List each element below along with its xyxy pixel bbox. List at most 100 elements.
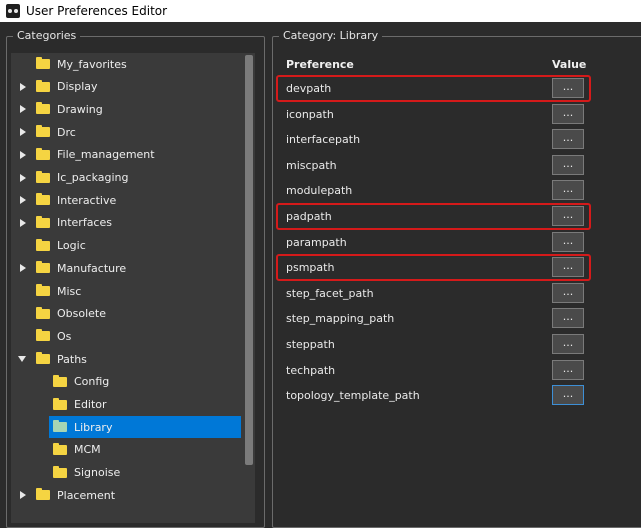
browse-button-techpath[interactable]: ... [552, 359, 584, 380]
preference-row-step_facet_path: step_facet_path... [280, 282, 610, 305]
tree-item-placement[interactable]: Placement [18, 484, 115, 506]
preference-row-parampath: parampath... [280, 231, 610, 254]
tree-item-os[interactable]: Os [18, 325, 71, 347]
folder-icon [53, 465, 67, 478]
folder-icon [36, 170, 50, 183]
tree-item-label: Os [57, 329, 72, 343]
tree-item-label: MCM [74, 443, 101, 457]
tree-item-drc[interactable]: Drc [18, 121, 76, 143]
browse-button-modulepath[interactable]: ... [552, 180, 584, 201]
expand-arrow-icon[interactable] [18, 150, 28, 160]
browse-button-iconpath[interactable]: ... [552, 103, 584, 124]
window-title: User Preferences Editor [26, 4, 168, 18]
browse-button-steppath[interactable]: ... [552, 334, 584, 354]
preference-name: topology_template_path [286, 389, 420, 403]
preference-row-topology_template_path: topology_template_path... [280, 385, 610, 407]
tree-item-mcm[interactable]: MCM [51, 439, 101, 461]
tree-item-interactive[interactable]: Interactive [18, 189, 116, 211]
tree-item-label: My_favorites [57, 57, 127, 71]
folder-icon [36, 238, 50, 251]
tree-item-label: Paths [57, 352, 87, 366]
highlight-box [276, 203, 591, 230]
tree-item-config[interactable]: Config [51, 371, 109, 393]
expand-arrow-icon[interactable] [18, 127, 28, 137]
folder-icon [36, 102, 50, 115]
highlight-box [276, 254, 591, 282]
browse-button-step_facet_path[interactable]: ... [552, 282, 584, 303]
tree-item-obsolete[interactable]: Obsolete [18, 303, 106, 325]
folder-icon [36, 261, 50, 274]
preference-name: techpath [286, 363, 336, 377]
folder-icon [36, 352, 50, 365]
tree-item-label: Editor [74, 398, 107, 411]
browse-button-miscpath[interactable]: ... [552, 154, 584, 175]
categories-tree[interactable]: My_favorites Display Drawing Drc File_manage… [11, 53, 255, 523]
preference-row-modulepath: modulepath... [280, 180, 610, 202]
browse-button-parampath[interactable]: ... [552, 231, 584, 252]
folder-icon [36, 488, 50, 501]
folder-icon [36, 147, 50, 160]
folder-icon [53, 397, 67, 410]
expand-arrow-icon[interactable] [18, 195, 28, 205]
tree-item-file_management[interactable]: File_management [18, 144, 155, 166]
preference-name: interfacepath [286, 133, 361, 147]
tree-item-label: Misc [57, 284, 82, 298]
preference-row-steppath: steppath... [280, 334, 610, 356]
folder-icon [36, 79, 50, 92]
tree-item-paths[interactable]: Paths [18, 348, 87, 370]
tree-item-label: Interfaces [57, 216, 112, 230]
browse-button-topology_template_path[interactable]: ... [552, 385, 584, 406]
tree-item-label: Ic_packaging [57, 171, 129, 184]
expand-arrow-icon[interactable] [18, 104, 28, 114]
tree-item-ic_packaging[interactable]: Ic_packaging [18, 167, 128, 189]
tree-item-label: Logic [57, 239, 86, 253]
tree-item-label: Signoise [74, 466, 121, 480]
tree-item-my_favorites[interactable]: My_favorites [18, 53, 127, 75]
tree-item-drawing[interactable]: Drawing [18, 98, 103, 120]
preference-name: modulepath [286, 184, 353, 198]
tree-item-label: Placement [57, 488, 116, 502]
expand-arrow-icon[interactable] [18, 82, 28, 92]
folder-icon [36, 284, 50, 296]
tree-item-manufacture[interactable]: Manufacture [18, 257, 126, 279]
tree-item-signoise[interactable]: Signoise [51, 462, 120, 484]
tree-item-interfaces[interactable]: Interfaces [18, 212, 112, 234]
tree-item-label: Display [57, 80, 98, 94]
value-column-header: Value [552, 58, 587, 71]
folder-icon [36, 306, 50, 319]
preference-row-step_mapping_path: step_mapping_path... [280, 308, 610, 330]
tree-item-label: Obsolete [57, 307, 107, 321]
collapse-arrow-icon[interactable] [18, 354, 28, 364]
preference-row-interfacepath: interfacepath... [280, 129, 610, 151]
tree-scrollbar-thumb[interactable] [245, 55, 253, 465]
browse-button-step_mapping_path[interactable]: ... [552, 308, 584, 329]
preference-name: parampath [286, 235, 347, 249]
preference-row-iconpath: iconpath... [280, 103, 610, 126]
expand-arrow-icon[interactable] [18, 263, 28, 273]
expand-arrow-icon[interactable] [18, 173, 28, 183]
tree-item-label: Drc [57, 125, 76, 139]
browse-button-interfacepath[interactable]: ... [552, 129, 584, 150]
preference-name: step_mapping_path [286, 312, 395, 326]
expand-arrow-icon[interactable] [18, 218, 28, 228]
tree-item-label: File_management [57, 148, 155, 162]
tree-item-misc[interactable]: Misc [18, 280, 81, 302]
tree-item-library[interactable]: Library [49, 416, 241, 439]
highlight-box [276, 75, 591, 102]
folder-icon [36, 329, 50, 342]
expand-arrow-icon[interactable] [18, 490, 28, 500]
folder-icon [36, 215, 50, 228]
tree-item-display[interactable]: Display [18, 76, 98, 98]
tree-item-editor[interactable]: Editor [51, 394, 107, 416]
tree-item-logic[interactable]: Logic [18, 235, 86, 257]
folder-icon [36, 193, 50, 206]
preference-name: miscpath [286, 158, 337, 172]
preference-name: steppath [286, 338, 335, 351]
tree-item-label: Interactive [57, 193, 117, 207]
categories-title: Categories [13, 29, 81, 43]
preference-column-header: Preference [286, 58, 354, 71]
